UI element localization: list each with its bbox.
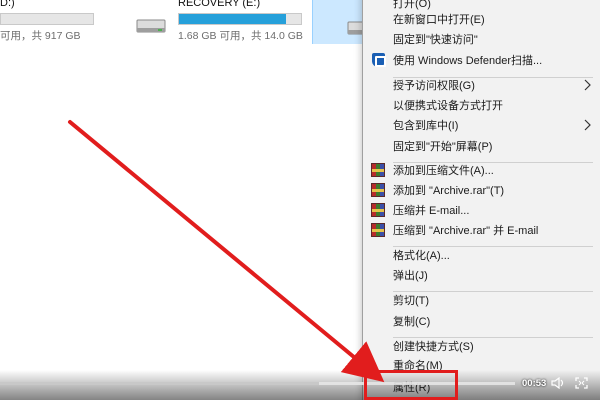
- drive-d-label: D:): [0, 0, 15, 9]
- menu-icon-slot: [363, 28, 393, 50]
- menu-icon-slot: [363, 289, 393, 311]
- volume-icon[interactable]: [551, 377, 565, 389]
- menu-item[interactable]: 固定到"开始"屏幕(P): [363, 135, 600, 157]
- menu-item-label: 创建快捷方式(S): [393, 341, 474, 353]
- menu-item[interactable]: 复制(C): [363, 310, 600, 332]
- menu-item[interactable]: 添加到 "Archive.rar"(T): [363, 179, 600, 201]
- menu-icon-slot: [363, 244, 393, 266]
- menu-item-label: 剪切(T): [393, 295, 430, 307]
- menu-item[interactable]: 授予访问权限(G): [363, 74, 600, 96]
- menu-item[interactable]: 使用 Windows Defender扫描...: [363, 49, 600, 71]
- menu-icon-slot: [363, 310, 393, 332]
- menu-item-label: 以便携式设备方式打开: [393, 100, 503, 112]
- menu-item-label: 添加到 "Archive.rar"(T): [393, 185, 505, 197]
- video-player-bar: [0, 370, 600, 400]
- menu-icon-slot: [363, 135, 393, 157]
- menu-icon-slot: [363, 264, 393, 286]
- menu-icon-slot: [363, 199, 393, 221]
- menu-icon-slot: [363, 8, 393, 30]
- menu-icon-slot: [363, 179, 393, 201]
- menu-item[interactable]: 以便携式设备方式打开: [363, 94, 600, 116]
- menu-icon-slot: [363, 74, 393, 96]
- context-menu: 打开(O) 在新窗口中打开(E) 固定到"快速访问" 使用 Windows Defen…: [362, 0, 600, 400]
- menu-icon-slot: [363, 159, 393, 181]
- chevron-right-icon: [584, 79, 591, 91]
- drive-e-label: RECOVERY (E:): [178, 0, 261, 9]
- fullscreen-icon[interactable]: [575, 377, 588, 389]
- menu-item[interactable]: 包含到库中(I): [363, 114, 600, 136]
- menu-icon-slot: [363, 94, 393, 116]
- menu-item-label: 添加到压缩文件(A)...: [393, 165, 494, 177]
- menu-item-label: 固定到"开始"屏幕(P): [393, 141, 493, 153]
- drive-e-usage-bar: [178, 13, 302, 25]
- winrar-icon: [371, 203, 385, 217]
- video-time: 00:53: [522, 378, 547, 389]
- menu-item-label: 压缩到 "Archive.rar" 并 E-mail: [393, 225, 539, 237]
- menu-item[interactable]: 在新窗口中打开(E): [363, 8, 600, 30]
- menu-icon-slot: [363, 114, 393, 136]
- drive-d-usage-bar: [0, 13, 94, 25]
- menu-item-label: 包含到库中(I): [393, 120, 459, 132]
- menu-item[interactable]: 剪切(T): [363, 289, 600, 311]
- annotation-highlight-box: [364, 370, 458, 400]
- video-progress-fill: [0, 382, 320, 385]
- drive-e-usage-fill: [179, 14, 287, 24]
- menu-item-label: 授予访问权限(G): [393, 80, 475, 92]
- menu-item[interactable]: 添加到压缩文件(A)...: [363, 159, 600, 181]
- chevron-right-icon: [584, 119, 591, 131]
- winrar-icon: [371, 163, 385, 177]
- menu-item-label: 固定到"快速访问": [393, 34, 478, 46]
- drive-icon: [136, 19, 166, 33]
- menu-icon-slot: [363, 49, 393, 71]
- defender-shield-icon: [371, 53, 386, 67]
- menu-item[interactable]: 压缩到 "Archive.rar" 并 E-mail: [363, 219, 600, 241]
- menu-item[interactable]: 固定到"快速访问": [363, 28, 600, 50]
- menu-icon-slot: [363, 219, 393, 241]
- drive-e-space-text: 1.68 GB 可用，共 14.0 GB: [178, 30, 303, 42]
- menu-item[interactable]: 弹出(J): [363, 264, 600, 286]
- menu-item-label: 在新窗口中打开(E): [393, 14, 485, 26]
- menu-item[interactable]: 压缩并 E-mail...: [363, 199, 600, 221]
- winrar-icon: [371, 223, 385, 237]
- menu-item-label: 复制(C): [393, 316, 431, 328]
- menu-item-label: 使用 Windows Defender扫描...: [393, 55, 543, 67]
- menu-item-label: 格式化(A)...: [393, 250, 450, 262]
- menu-item-label: 压缩并 E-mail...: [393, 205, 470, 217]
- winrar-icon: [371, 183, 385, 197]
- drive-d-space-text: 可用，共 917 GB: [0, 30, 81, 42]
- menu-item[interactable]: 格式化(A)...: [363, 244, 600, 266]
- selected-drive-tile[interactable]: [312, 0, 369, 44]
- menu-item-label: 弹出(J): [393, 270, 428, 282]
